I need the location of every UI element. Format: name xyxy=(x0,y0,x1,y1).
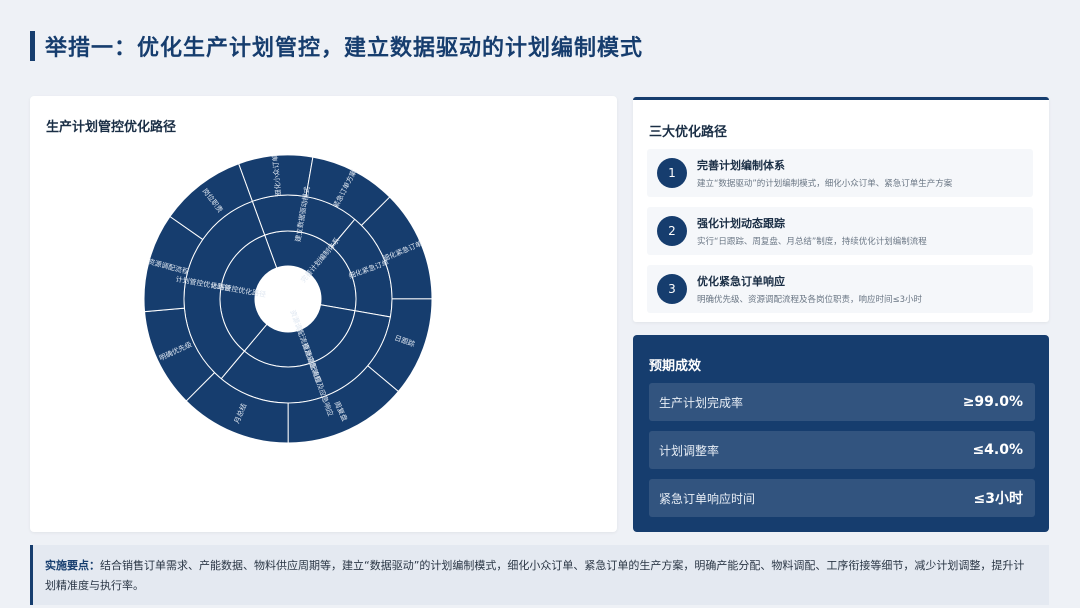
path-item[interactable]: 2 强化计划动态跟踪 实行“日跟踪、周复盘、月总结”制度，持续优化计划编制流程 xyxy=(647,207,1033,255)
three-paths-card: 三大优化路径 1 完善计划编制体系 建立“数据驱动”的计划编制模式，细化小众订单… xyxy=(633,97,1049,322)
metric-value: ≤3小时 xyxy=(973,491,1023,507)
page-title: 举措一：优化生产计划管控，建立数据驱动的计划编制模式 xyxy=(45,36,644,61)
metric-label: 计划调整率 xyxy=(659,443,720,458)
note-text: 结合销售订单需求、产能数据、物料供应周期等，建立“数据驱动”的计划编制模式，细化… xyxy=(45,559,1025,592)
expected-results-card: 预期成效 生产计划完成率 ≥99.0% 计划调整率 ≤4.0% 紧急订单响应时间… xyxy=(633,335,1049,532)
path-description: 实行“日跟踪、周复盘、月总结”制度，持续优化计划编制流程 xyxy=(697,237,927,247)
metric-row: 紧急订单响应时间 ≤3小时 xyxy=(649,479,1035,517)
metric-row: 生产计划完成率 ≥99.0% xyxy=(649,383,1035,421)
path-title: 优化紧急订单响应 xyxy=(697,275,785,288)
metric-value: ≤4.0% xyxy=(972,442,1023,458)
path-title: 强化计划动态跟踪 xyxy=(697,217,785,230)
metric-label: 紧急订单响应时间 xyxy=(659,491,756,506)
path-description: 建立“数据驱动”的计划编制模式，细化小众订单、紧急订单生产方案 xyxy=(697,179,953,189)
path-text: 完善计划编制体系 建立“数据驱动”的计划编制模式，细化小众订单、紧急订单生产方案 xyxy=(697,157,952,189)
metric-label: 生产计划完成率 xyxy=(659,395,744,410)
step-number-badge: 1 xyxy=(657,158,687,188)
path-description: 明确优先级、资源调配流程及各岗位职责，响应时间≤3小时 xyxy=(697,295,923,305)
metric-value: ≥99.0% xyxy=(962,394,1023,410)
card-title: 预期成效 xyxy=(649,359,702,374)
step-number-badge: 2 xyxy=(657,216,687,246)
note-key: 实施要点： xyxy=(45,559,100,572)
step-number-badge: 3 xyxy=(657,274,687,304)
path-item[interactable]: 1 完善计划编制体系 建立“数据驱动”的计划编制模式，细化小众订单、紧急订单生产… xyxy=(647,149,1033,197)
card-title: 三大优化路径 xyxy=(649,125,728,140)
sunburst-chart: 完善计划编制体系资源调配流程及应急响应计划管控优化路径建立数据驱动模式细化紧急订… xyxy=(143,154,433,444)
optimization-path-card: 生产计划管控优化路径 完善计划编制体系 资源调配流程及应急响应 计划管控优化路径 建立… xyxy=(30,96,617,532)
metric-row: 计划调整率 ≤4.0% xyxy=(649,431,1035,469)
path-text: 优化紧急订单响应 明确优先级、资源调配流程及各岗位职责，响应时间≤3小时 xyxy=(697,273,922,305)
path-item[interactable]: 3 优化紧急订单响应 明确优先级、资源调配流程及各岗位职责，响应时间≤3小时 xyxy=(647,265,1033,313)
title-accent-bar xyxy=(30,31,35,61)
implementation-note: 实施要点：结合销售订单需求、产能数据、物料供应周期等，建立“数据驱动”的计划编制… xyxy=(30,545,1049,605)
path-text: 强化计划动态跟踪 实行“日跟踪、周复盘、月总结”制度，持续优化计划编制流程 xyxy=(697,215,927,247)
path-title: 完善计划编制体系 xyxy=(697,159,785,172)
page-title-bar: 举措一：优化生产计划管控，建立数据驱动的计划编制模式 xyxy=(30,30,643,62)
